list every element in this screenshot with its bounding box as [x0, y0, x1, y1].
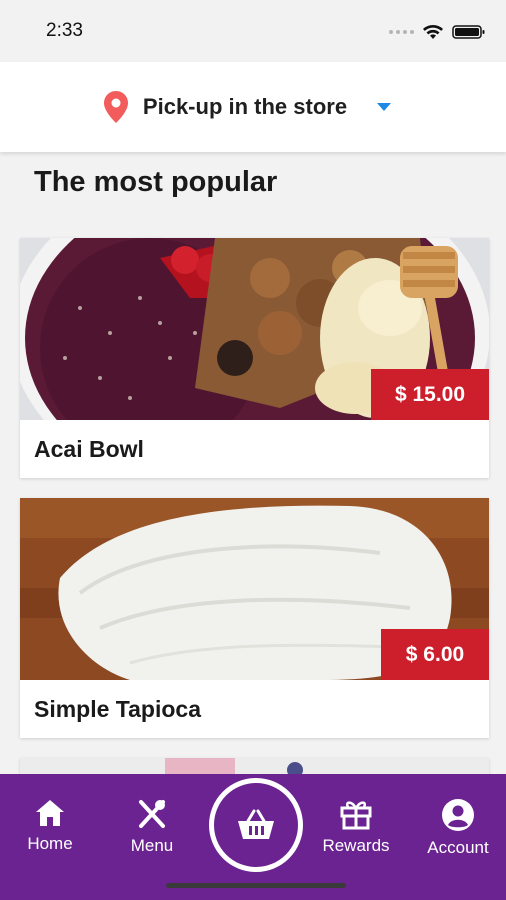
- nav-menu[interactable]: Menu: [107, 798, 197, 856]
- status-icons: [389, 22, 486, 42]
- status-time: 2:33: [46, 20, 83, 41]
- product-name: Acai Bowl: [34, 436, 144, 462]
- nav-home[interactable]: Home: [5, 798, 95, 854]
- product-name: Simple Tapioca: [34, 696, 202, 722]
- product-card-simple-tapioca[interactable]: $ 6.00 Simple Tapioca: [20, 498, 489, 738]
- nav-menu-label: Menu: [130, 836, 174, 855]
- home-icon: [36, 800, 64, 826]
- product-card-acai-bowl[interactable]: $ 15.00 Acai Bowl: [20, 238, 489, 478]
- battery-icon: [452, 25, 485, 39]
- status-bar: 2:33: [0, 0, 506, 62]
- cellular-signal-icon: [389, 30, 414, 34]
- basket-icon: [238, 809, 274, 839]
- chevron-down-icon: [377, 103, 392, 111]
- nav-rewards-label: Rewards: [322, 836, 390, 855]
- nav-home-label: Home: [27, 834, 73, 853]
- price-badge: $ 15.00: [371, 369, 489, 420]
- nav-account[interactable]: Account: [413, 798, 503, 858]
- account-icon: [442, 799, 474, 831]
- location-pin-icon: [103, 91, 128, 123]
- utensils-icon: [139, 800, 165, 828]
- cart-button[interactable]: [209, 778, 303, 872]
- wifi-icon: [423, 25, 443, 39]
- pickup-location-label: Pick-up in the store: [142, 94, 348, 119]
- price-badge: $ 6.00: [381, 629, 489, 680]
- nav-rewards[interactable]: Rewards: [311, 798, 401, 856]
- home-indicator: [166, 883, 346, 888]
- section-title: The most popular: [34, 166, 278, 198]
- bottom-navigation: Home Menu Rewards Account: [0, 774, 506, 900]
- nav-account-label: Account: [427, 838, 489, 857]
- gift-icon: [340, 801, 372, 830]
- pickup-location-selector[interactable]: Pick-up in the store: [0, 62, 506, 152]
